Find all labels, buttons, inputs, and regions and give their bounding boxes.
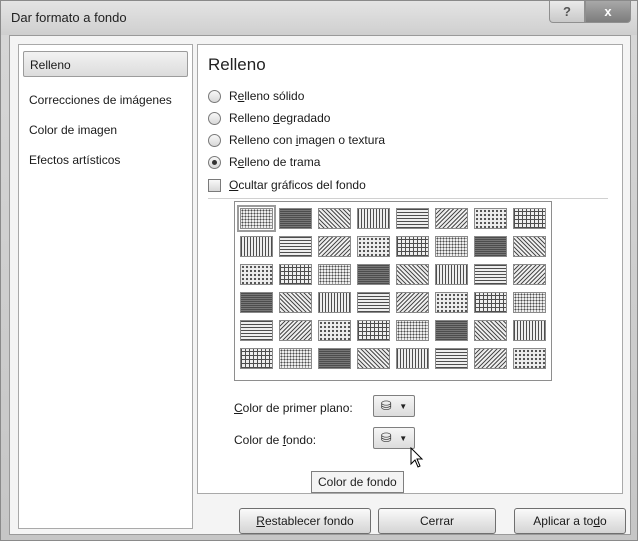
- pattern-swatch[interactable]: [513, 348, 546, 369]
- pattern-swatch[interactable]: [237, 205, 276, 232]
- pattern-swatch[interactable]: [240, 264, 273, 285]
- pattern-swatch[interactable]: [513, 264, 546, 285]
- apply-to-all-button[interactable]: Aplicar a to d o: [514, 508, 626, 534]
- pattern-swatch[interactable]: [396, 208, 429, 229]
- pattern-swatch[interactable]: [279, 208, 312, 229]
- reset-background-button[interactable]: Restablecer fondo: [239, 508, 371, 534]
- hide-graphics-checkbox[interactable]: [208, 178, 221, 192]
- pattern-swatch[interactable]: [474, 264, 507, 285]
- pattern-swatch[interactable]: [396, 348, 429, 369]
- pattern-swatch[interactable]: [513, 292, 546, 313]
- pattern-swatch[interactable]: [357, 320, 390, 341]
- tooltip: Color de fondo: [311, 471, 404, 493]
- solid-fill-option[interactable]: Relleno sólido: [208, 87, 304, 105]
- foreground-color-label: Color de primer plano:: [234, 401, 353, 415]
- pattern-swatch[interactable]: [279, 236, 312, 257]
- picture-fill-label: Relleno con imagen o textura: [229, 133, 386, 147]
- picture-fill-radio[interactable]: [208, 133, 221, 147]
- divider: [208, 198, 608, 199]
- dialog-title: Dar formato a fondo: [11, 10, 127, 25]
- category-artistic-effects[interactable]: Efectos artísticos: [23, 147, 188, 173]
- pattern-swatch[interactable]: [279, 264, 312, 285]
- dialog-body: Relleno Correcciones de imágenes Color d…: [9, 35, 631, 535]
- pattern-swatch[interactable]: [513, 236, 546, 257]
- pattern-swatch[interactable]: [357, 208, 390, 229]
- gradient-fill-label: Relleno degradado: [229, 111, 331, 125]
- pattern-swatch[interactable]: [396, 264, 429, 285]
- pattern-fill-label: Relleno de trama: [229, 155, 321, 169]
- pattern-swatch[interactable]: [279, 292, 312, 313]
- category-list: Relleno Correcciones de imágenes Color d…: [18, 44, 193, 529]
- paint-bucket-icon: ⛁: [380, 430, 392, 445]
- category-picture-corrections[interactable]: Correcciones de imágenes: [23, 87, 188, 113]
- gradient-fill-option[interactable]: Relleno degradado: [208, 109, 330, 127]
- pattern-swatch[interactable]: [435, 348, 468, 369]
- hide-graphics-option[interactable]: Ocultar gráficos del fondo: [208, 176, 366, 194]
- pattern-swatch[interactable]: [435, 320, 468, 341]
- pattern-swatch[interactable]: [318, 236, 351, 257]
- category-fill[interactable]: Relleno: [23, 51, 188, 77]
- pattern-swatch[interactable]: [396, 292, 429, 313]
- pattern-swatch[interactable]: [474, 320, 507, 341]
- dropdown-arrow-icon: ▼: [399, 401, 408, 411]
- pattern-swatch[interactable]: [357, 236, 390, 257]
- pattern-swatch[interactable]: [240, 236, 273, 257]
- pattern-swatch[interactable]: [240, 292, 273, 313]
- close-window-button[interactable]: x: [585, 1, 631, 23]
- pattern-swatch[interactable]: [474, 236, 507, 257]
- background-color-label: Color de fondo:: [234, 433, 317, 447]
- pattern-fill-option[interactable]: Relleno de trama: [208, 153, 320, 171]
- mouse-cursor-icon: [410, 447, 424, 468]
- pattern-swatch[interactable]: [318, 292, 351, 313]
- pattern-swatch[interactable]: [357, 264, 390, 285]
- pattern-swatch[interactable]: [396, 236, 429, 257]
- section-title: Relleno: [208, 55, 266, 74]
- title-bar[interactable]: Dar formato a fondo ? x: [1, 1, 637, 35]
- pattern-fill-radio[interactable]: [208, 155, 221, 169]
- fill-settings-panel: Relleno Relleno sólido Relleno degradado…: [197, 44, 623, 494]
- solid-fill-radio[interactable]: [208, 89, 221, 103]
- pattern-swatch[interactable]: [318, 264, 351, 285]
- foreground-color-button[interactable]: ⛁ ▼: [373, 395, 415, 417]
- pattern-swatch[interactable]: [474, 292, 507, 313]
- pattern-swatch[interactable]: [318, 208, 351, 229]
- pattern-swatch[interactable]: [474, 348, 507, 369]
- help-button[interactable]: ?: [549, 1, 585, 23]
- pattern-swatch[interactable]: [318, 348, 351, 369]
- solid-fill-label: Relleno sólido: [229, 89, 305, 103]
- pattern-swatch[interactable]: [357, 292, 390, 313]
- pattern-swatch[interactable]: [435, 264, 468, 285]
- paint-bucket-icon: ⛁: [380, 398, 392, 413]
- pattern-swatch[interactable]: [474, 208, 507, 229]
- close-button[interactable]: Cerrar: [378, 508, 496, 534]
- pattern-swatch[interactable]: [240, 320, 273, 341]
- pattern-swatch[interactable]: [357, 348, 390, 369]
- pattern-swatch[interactable]: [240, 348, 273, 369]
- pattern-swatch[interactable]: [435, 292, 468, 313]
- pattern-swatch[interactable]: [318, 320, 351, 341]
- pattern-gallery: [234, 201, 552, 381]
- picture-fill-option[interactable]: Relleno con imagen o textura: [208, 131, 385, 149]
- dropdown-arrow-icon: ▼: [399, 433, 408, 443]
- category-picture-color[interactable]: Color de imagen: [23, 117, 188, 143]
- pattern-swatch[interactable]: [513, 320, 546, 341]
- pattern-swatch[interactable]: [435, 236, 468, 257]
- pattern-swatch[interactable]: [513, 208, 546, 229]
- pattern-swatch[interactable]: [396, 320, 429, 341]
- pattern-swatch[interactable]: [279, 320, 312, 341]
- format-background-dialog: Dar formato a fondo ? x Relleno Correcci…: [0, 0, 638, 541]
- gradient-fill-radio[interactable]: [208, 111, 221, 125]
- background-color-button[interactable]: ⛁ ▼: [373, 427, 415, 449]
- pattern-swatch[interactable]: [435, 208, 468, 229]
- hide-graphics-label: Ocultar gráficos del fondo: [229, 178, 366, 192]
- pattern-swatch[interactable]: [279, 348, 312, 369]
